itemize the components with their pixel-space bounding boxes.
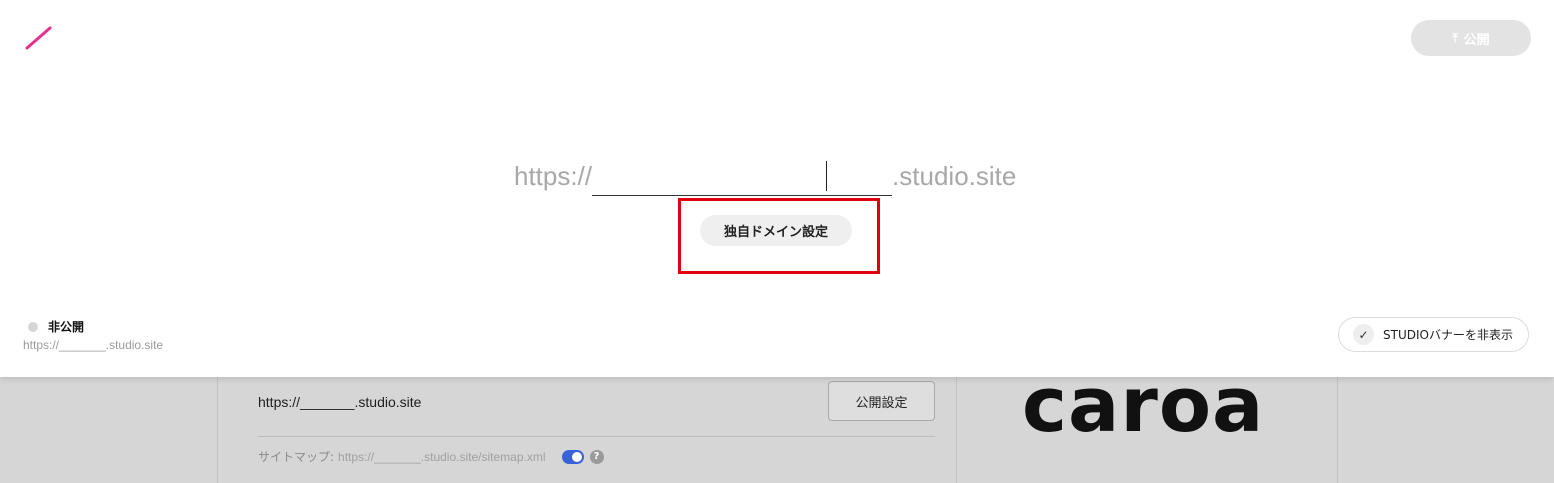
publish-panel: ⤒ 公開 https:// .studio.site 独自ドメイン設定 非公開 … xyxy=(0,0,1554,377)
hide-studio-banner-toggle[interactable]: ✓ STUDIOバナーを非表示 xyxy=(1338,317,1529,352)
publish-button[interactable]: ⤒ 公開 xyxy=(1411,20,1531,56)
site-preview-thumbnail: caroa xyxy=(958,360,1338,483)
text-caret xyxy=(826,161,828,191)
check-icon: ✓ xyxy=(1353,324,1374,345)
sitemap-label: サイトマップ: xyxy=(258,450,335,464)
publish-button-label: 公開 xyxy=(1463,32,1490,48)
url-prefix: https:// xyxy=(514,161,593,191)
subdomain-input-wrap xyxy=(592,160,893,196)
sitemap-url[interactable]: https://_______.studio.site/sitemap.xml xyxy=(338,450,545,464)
publish-settings-button[interactable]: 公開設定 xyxy=(828,381,935,421)
publish-status: 非公開 xyxy=(28,318,84,335)
subdomain-url-row: https:// .studio.site xyxy=(514,158,1016,196)
upload-arrow-icon: ⤒ xyxy=(1452,30,1458,45)
status-dot-icon xyxy=(28,321,38,332)
divider xyxy=(258,436,935,437)
help-icon[interactable]: ? xyxy=(589,449,604,464)
banner-toggle-label: STUDIOバナーを非表示 xyxy=(1383,328,1513,342)
status-url: https://_______.studio.site xyxy=(23,338,164,352)
url-suffix: .studio.site xyxy=(892,161,1017,191)
custom-domain-button[interactable]: 独自ドメイン設定 xyxy=(700,215,852,246)
sitemap-row: サイトマップ: https://_______.studio.site/site… xyxy=(258,448,604,465)
sitemap-toggle[interactable] xyxy=(561,449,584,464)
publish-settings-card: https://_______.studio.site 公開設定 サイトマップ:… xyxy=(217,360,957,483)
status-label: 非公開 xyxy=(48,320,85,334)
subdomain-input[interactable] xyxy=(592,160,893,196)
site-url-text: https://_______.studio.site xyxy=(258,394,422,410)
slash-logo-icon[interactable] xyxy=(24,25,54,51)
